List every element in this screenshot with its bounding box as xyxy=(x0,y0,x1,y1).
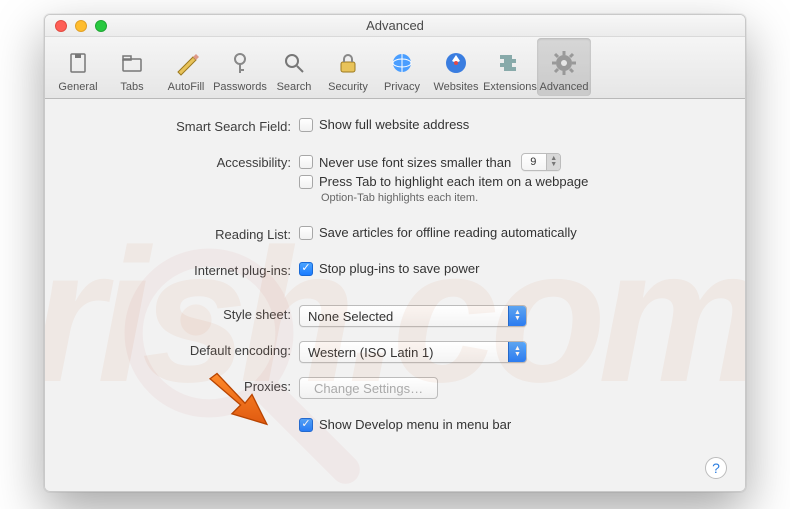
tab-passwords[interactable]: Passwords xyxy=(213,38,267,96)
tab-label: Security xyxy=(328,81,368,93)
chevron-updown-icon: ▲▼ xyxy=(508,306,526,326)
default-encoding-label: Default encoding: xyxy=(69,341,299,358)
tab-websites[interactable]: Websites xyxy=(429,38,483,96)
smart-search-label: Smart Search Field: xyxy=(69,117,299,134)
autofill-icon xyxy=(172,49,200,77)
stop-plugins-checkbox[interactable] xyxy=(299,262,313,276)
content-area: rish.com Smart Search Field: Show full w… xyxy=(45,99,745,492)
show-full-address-checkbox[interactable] xyxy=(299,118,313,132)
show-full-address-label: Show full website address xyxy=(319,117,469,132)
style-sheet-value: None Selected xyxy=(308,309,393,324)
security-icon xyxy=(334,49,362,77)
tab-tabs[interactable]: Tabs xyxy=(105,38,159,96)
style-sheet-select[interactable]: None Selected ▲▼ xyxy=(299,305,527,327)
font-size-select[interactable]: 9 ▲▼ xyxy=(521,153,561,171)
reading-list-label: Reading List: xyxy=(69,225,299,242)
tab-label: Privacy xyxy=(384,81,420,93)
tab-label: Websites xyxy=(433,81,478,93)
chevron-updown-icon: ▲▼ xyxy=(508,342,526,362)
window-title: Advanced xyxy=(45,18,745,33)
font-size-value: 9 xyxy=(530,156,536,168)
font-size-label: Never use font sizes smaller than xyxy=(319,155,511,170)
preferences-toolbar: General Tabs AutoFill Passwords Search xyxy=(45,37,745,99)
general-icon xyxy=(64,49,92,77)
tab-label: Passwords xyxy=(213,81,267,93)
save-offline-checkbox[interactable] xyxy=(299,226,313,240)
tab-label: General xyxy=(58,81,97,93)
default-encoding-value: Western (ISO Latin 1) xyxy=(308,345,433,360)
extensions-icon xyxy=(496,49,524,77)
tab-search[interactable]: Search xyxy=(267,38,321,96)
font-size-checkbox[interactable] xyxy=(299,155,313,169)
option-tab-hint: Option-Tab highlights each item. xyxy=(321,192,721,204)
websites-icon xyxy=(442,49,470,77)
tab-general[interactable]: General xyxy=(51,38,105,96)
tab-security[interactable]: Security xyxy=(321,38,375,96)
save-offline-label: Save articles for offline reading automa… xyxy=(319,225,577,240)
help-button[interactable]: ? xyxy=(705,457,727,479)
plugins-label: Internet plug-ins: xyxy=(69,261,299,278)
passwords-icon xyxy=(226,49,254,77)
preferences-window: Advanced General Tabs AutoFill Passwords xyxy=(44,14,746,492)
tab-extensions[interactable]: Extensions xyxy=(483,38,537,96)
change-settings-button[interactable]: Change Settings… xyxy=(299,377,438,399)
change-settings-label: Change Settings… xyxy=(314,381,423,396)
tabs-icon xyxy=(118,49,146,77)
tab-privacy[interactable]: Privacy xyxy=(375,38,429,96)
tab-label: Extensions xyxy=(483,81,537,93)
search-icon xyxy=(280,49,308,77)
chevron-updown-icon: ▲▼ xyxy=(546,154,560,170)
show-develop-menu-label: Show Develop menu in menu bar xyxy=(319,417,511,432)
tab-label: Advanced xyxy=(540,81,589,93)
help-icon: ? xyxy=(712,460,720,476)
style-sheet-label: Style sheet: xyxy=(69,305,299,322)
tab-label: Search xyxy=(277,81,312,93)
accessibility-label: Accessibility: xyxy=(69,153,299,170)
proxies-label: Proxies: xyxy=(69,377,299,394)
stop-plugins-label: Stop plug-ins to save power xyxy=(319,261,479,276)
tab-label: AutoFill xyxy=(168,81,205,93)
tab-autofill[interactable]: AutoFill xyxy=(159,38,213,96)
press-tab-checkbox[interactable] xyxy=(299,175,313,189)
titlebar: Advanced xyxy=(45,15,745,37)
default-encoding-select[interactable]: Western (ISO Latin 1) ▲▼ xyxy=(299,341,527,363)
advanced-gear-icon xyxy=(550,49,578,77)
tab-label: Tabs xyxy=(120,81,143,93)
press-tab-label: Press Tab to highlight each item on a we… xyxy=(319,174,588,189)
tab-advanced[interactable]: Advanced xyxy=(537,38,591,96)
show-develop-menu-checkbox[interactable] xyxy=(299,418,313,432)
privacy-icon xyxy=(388,49,416,77)
